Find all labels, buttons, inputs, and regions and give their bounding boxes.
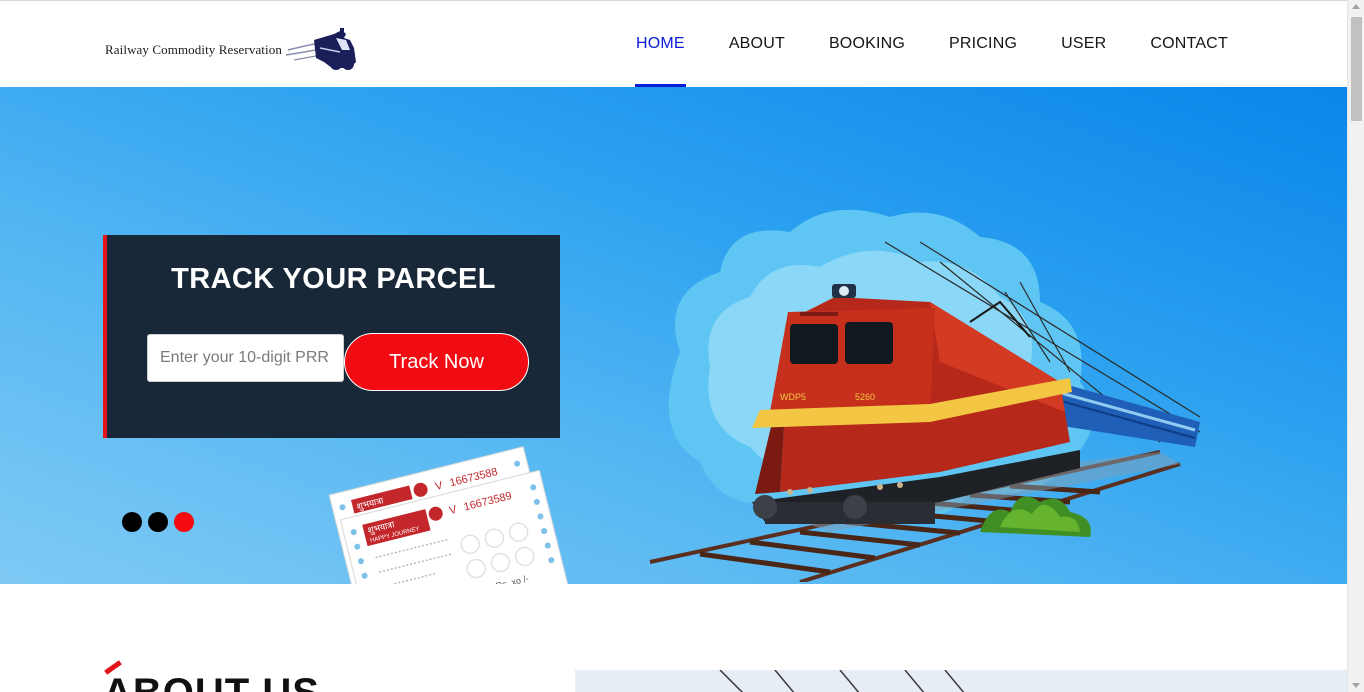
track-parcel-panel: TRACK YOUR PARCEL Track Now [103, 235, 560, 438]
loco-label-left: WDP5 [780, 392, 806, 402]
ticket-illustration: शुभयात्रा V 16673588 शुभयात्रा HAPPY JOU… [328, 446, 577, 584]
loco-label-right: 5260 [855, 392, 875, 402]
nav-pricing[interactable]: PRICING [927, 1, 1039, 87]
brand-logo-link[interactable]: Railway Commodity Reservation [105, 25, 360, 75]
nav-user[interactable]: USER [1039, 1, 1128, 87]
main-nav: HOME ABOUT BOOKING PRICING USER CONTACT [614, 1, 1250, 87]
about-image [575, 670, 1347, 692]
vertical-scrollbar[interactable] [1347, 0, 1364, 692]
nav-booking[interactable]: BOOKING [807, 1, 927, 87]
slider-dot[interactable] [122, 512, 142, 532]
nav-about[interactable]: ABOUT [707, 1, 807, 87]
page: Railway Commodity Reservation HOME ABOUT… [0, 0, 1347, 692]
site-header: Railway Commodity Reservation HOME ABOUT… [0, 1, 1347, 87]
scrollbar-thumb[interactable] [1351, 17, 1362, 121]
slider-dots [122, 512, 194, 532]
nav-home[interactable]: HOME [614, 1, 707, 87]
slider-dot[interactable] [148, 512, 168, 532]
brand-name: Railway Commodity Reservation [105, 42, 282, 57]
scroll-up-arrow-icon[interactable] [1352, 4, 1360, 9]
slider-dot-active[interactable] [174, 512, 194, 532]
train-illustration: WDP5 5260 [649, 209, 1201, 582]
nav-contact[interactable]: CONTACT [1128, 1, 1250, 87]
hero-banner: WDP5 5260 शुभयात्रा V 16673588 शुभयात्रा… [0, 87, 1347, 584]
scroll-down-arrow-icon[interactable] [1352, 683, 1360, 688]
steam-locomotive-icon [285, 28, 356, 70]
track-parcel-title: TRACK YOUR PARCEL [171, 263, 496, 295]
track-now-button[interactable]: Track Now [344, 333, 529, 391]
about-title: ABOUT US [103, 671, 320, 692]
prr-number-input[interactable] [147, 334, 344, 382]
